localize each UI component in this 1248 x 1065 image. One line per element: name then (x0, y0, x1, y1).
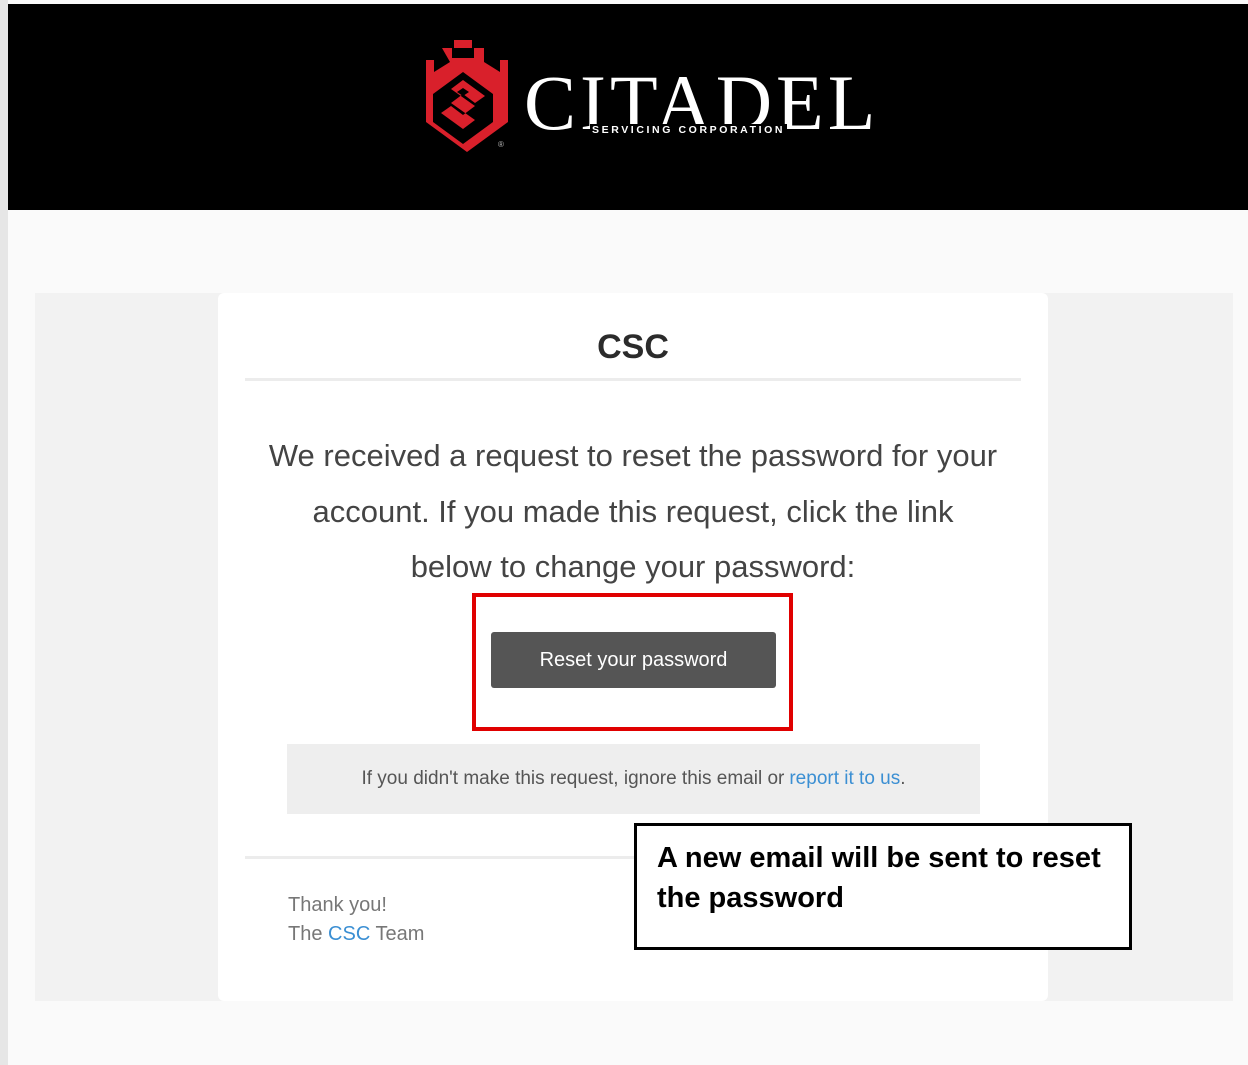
signoff-prefix: The (288, 923, 323, 945)
notice-text: If you didn't make this request, ignore … (361, 768, 785, 789)
reset-message: We received a request to reset the passw… (268, 438, 998, 584)
csc-link[interactable]: CSC (328, 923, 370, 945)
email-title: CSC (597, 328, 669, 366)
email-viewport: CITADEL SERVICING CORPORATION ® CSC We r… (0, 0, 1248, 1065)
ignore-notice: If you didn't make this request, ignore … (287, 744, 980, 814)
brand-subtitle: SERVICING CORPORATION (590, 124, 788, 136)
callout-text: A new email will be sent to reset the pa… (657, 842, 1101, 914)
signoff: Thank you! The CSC Team (288, 891, 424, 949)
annotation-callout: A new email will be sent to reset the pa… (634, 823, 1132, 950)
highlight-annotation-box (472, 593, 793, 731)
signoff-thanks: Thank you! (288, 894, 387, 916)
signoff-suffix: Team (375, 923, 425, 945)
left-border (0, 0, 8, 1065)
divider (245, 378, 1021, 381)
citadel-shield-icon (426, 40, 508, 152)
signoff-team: The CSC Team (288, 920, 424, 949)
registered-mark: ® (498, 140, 504, 149)
notice-period: . (900, 768, 906, 789)
report-link[interactable]: report it to us (789, 768, 900, 790)
